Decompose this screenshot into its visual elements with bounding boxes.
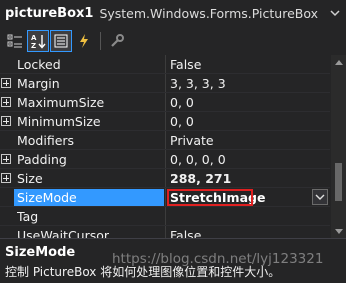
highlight-box: [167, 189, 253, 206]
scroll-down-button[interactable]: [331, 224, 346, 238]
property-row-size[interactable]: Size 288, 271: [0, 169, 330, 188]
properties-icon: [54, 34, 68, 47]
toolbar: A Z: [0, 28, 346, 53]
property-row-locked[interactable]: Locked False: [0, 55, 330, 74]
property-name: Locked: [17, 57, 61, 72]
scroll-up-button[interactable]: [331, 55, 346, 69]
object-type: System.Windows.Forms.PictureBox: [99, 6, 318, 21]
expand-plus-icon[interactable]: [1, 97, 11, 107]
scroll-thumb[interactable]: [335, 163, 342, 201]
column-splitter[interactable]: [165, 131, 166, 150]
property-grid: Locked False Margin 3, 3, 3, 3 MaximumSi…: [0, 55, 330, 238]
property-value[interactable]: 0, 0: [170, 94, 330, 112]
property-row-maximumsize[interactable]: MaximumSize 0, 0: [0, 93, 330, 112]
property-value[interactable]: False: [170, 227, 330, 238]
property-name: Modifiers: [17, 133, 75, 148]
property-name: Margin: [17, 76, 60, 91]
property-name: Padding: [17, 152, 67, 167]
property-value[interactable]: 0, 0: [170, 113, 330, 131]
column-splitter[interactable]: [165, 150, 166, 169]
value-dropdown-button[interactable]: [312, 189, 328, 205]
column-splitter[interactable]: [165, 188, 166, 207]
property-row-minimumsize[interactable]: MinimumSize 0, 0: [0, 112, 330, 131]
column-splitter[interactable]: [165, 112, 166, 131]
toolbar-separator: [100, 31, 101, 50]
property-name: Size: [17, 171, 43, 186]
property-row-usewaitcursor[interactable]: UseWaitCursor False: [0, 226, 330, 238]
property-row-modifiers[interactable]: Modifiers Private: [0, 131, 330, 150]
column-splitter[interactable]: [165, 207, 166, 226]
watermark-text: https://blog.csdn.net/lyj123321: [112, 251, 324, 267]
property-pages-button[interactable]: [106, 30, 128, 52]
property-name: SizeMode: [14, 189, 164, 207]
expand-plus-icon[interactable]: [1, 78, 11, 88]
scroll-down-arrow-icon: [334, 228, 343, 234]
property-row-margin[interactable]: Margin 3, 3, 3, 3: [0, 74, 330, 93]
property-value[interactable]: False: [170, 56, 330, 74]
property-value[interactable]: Private: [170, 132, 330, 150]
property-value[interactable]: 288, 271: [170, 170, 330, 188]
property-name: MinimumSize: [17, 114, 101, 129]
column-splitter[interactable]: [165, 226, 166, 238]
properties-window: pictureBox1 System.Windows.Forms.Picture…: [0, 0, 346, 283]
events-button[interactable]: [73, 30, 95, 52]
alphabetical-button[interactable]: A Z: [27, 29, 49, 52]
svg-text:A: A: [31, 34, 37, 42]
description-panel: SizeMode 控制 PictureBox 将如何处理图像位置和控件大小。 h…: [0, 238, 346, 283]
property-value[interactable]: 3, 3, 3, 3: [170, 75, 330, 93]
column-splitter[interactable]: [165, 169, 166, 188]
property-name: Tag: [17, 209, 39, 224]
chevron-down-icon: [315, 194, 325, 200]
property-name: MaximumSize: [17, 95, 105, 110]
object-name: pictureBox1: [5, 6, 94, 21]
categorized-button[interactable]: [4, 30, 26, 52]
alphabetical-icon: A Z: [31, 34, 46, 49]
property-pages-wrench-icon: [111, 33, 124, 47]
property-value[interactable]: [170, 208, 330, 226]
expand-plus-icon[interactable]: [1, 173, 11, 183]
chevron-down-icon[interactable]: [330, 8, 340, 18]
object-selector[interactable]: pictureBox1 System.Windows.Forms.Picture…: [0, 0, 346, 27]
property-row-tag[interactable]: Tag: [0, 207, 330, 226]
column-splitter[interactable]: [165, 74, 166, 93]
property-value[interactable]: 0, 0, 0, 0: [170, 151, 330, 169]
svg-text:Z: Z: [31, 42, 36, 49]
description-title: SizeMode: [5, 245, 76, 260]
property-row-sizemode[interactable]: SizeMode StretchImage: [0, 188, 330, 207]
property-name: UseWaitCursor: [17, 228, 110, 238]
events-lightning-icon: [80, 33, 88, 48]
property-row-padding[interactable]: Padding 0, 0, 0, 0: [0, 150, 330, 169]
properties-button[interactable]: [50, 29, 72, 52]
vertical-scrollbar[interactable]: [331, 55, 346, 238]
column-splitter[interactable]: [165, 55, 166, 74]
column-splitter[interactable]: [165, 93, 166, 112]
categorized-icon: [7, 34, 22, 47]
expand-plus-icon[interactable]: [1, 154, 11, 164]
expand-plus-icon[interactable]: [1, 116, 11, 126]
scroll-up-arrow-icon: [334, 59, 343, 65]
